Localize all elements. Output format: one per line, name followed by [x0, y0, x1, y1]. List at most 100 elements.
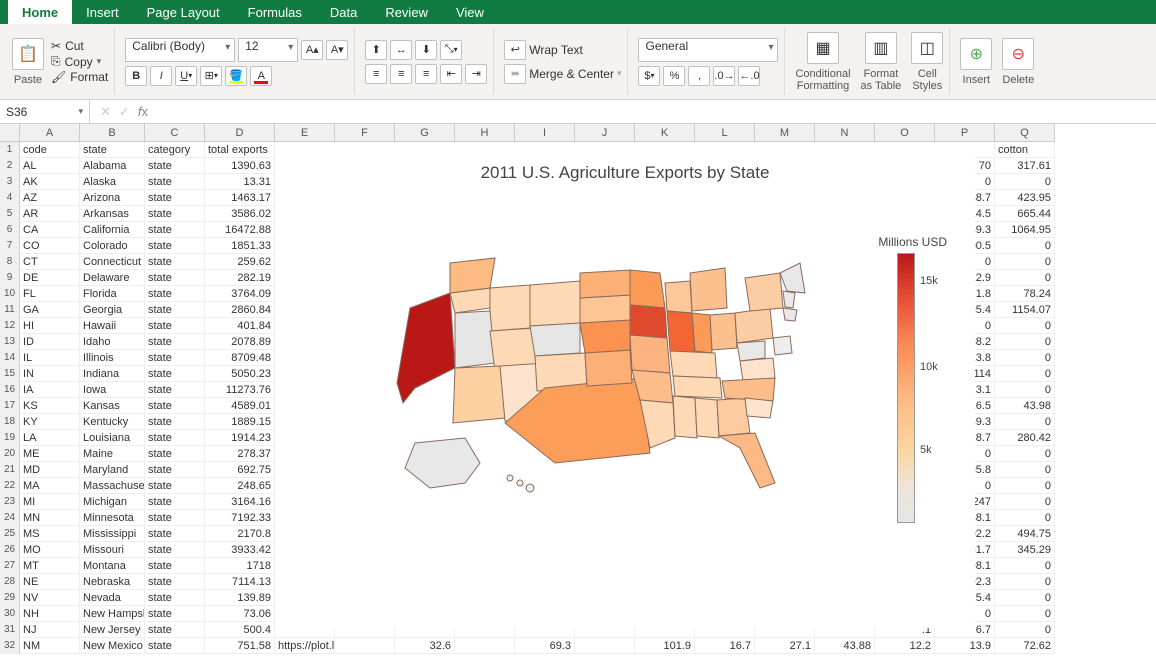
cell[interactable] — [575, 638, 635, 654]
conditional-formatting-button[interactable]: ▦ ConditionalFormatting — [795, 32, 850, 92]
column-header[interactable]: G — [395, 124, 455, 142]
format-as-table-button[interactable]: ▥ Formatas Table — [861, 32, 902, 92]
column-header[interactable]: M — [755, 124, 815, 142]
row-header[interactable]: 5 — [0, 206, 20, 222]
cell[interactable]: state — [145, 478, 205, 494]
cell[interactable]: code — [20, 142, 80, 158]
column-header[interactable]: L — [695, 124, 755, 142]
cell[interactable]: state — [145, 318, 205, 334]
cell[interactable]: cotton — [995, 142, 1055, 158]
cell[interactable]: 0 — [995, 622, 1055, 638]
cell[interactable]: NE — [20, 574, 80, 590]
cell[interactable]: Montana — [80, 558, 145, 574]
orientation-button[interactable]: ⤡▾ — [440, 40, 462, 60]
cell[interactable]: 0 — [995, 478, 1055, 494]
column-header[interactable]: H — [455, 124, 515, 142]
increase-font-button[interactable]: A▴ — [301, 40, 323, 60]
fill-color-button[interactable]: 🪣 — [225, 66, 247, 86]
cell[interactable]: 139.89 — [205, 590, 275, 606]
underline-button[interactable]: U▾ — [175, 66, 197, 86]
cut-button[interactable]: ✂ Cut — [51, 39, 108, 53]
cell[interactable]: state — [80, 142, 145, 158]
cell[interactable]: state — [145, 222, 205, 238]
tab-data[interactable]: Data — [316, 0, 371, 24]
cell[interactable]: state — [145, 206, 205, 222]
align-center-button[interactable]: ≡ — [390, 64, 412, 84]
row-header[interactable]: 28 — [0, 574, 20, 590]
cell[interactable]: 278.37 — [205, 446, 275, 462]
cell[interactable]: MT — [20, 558, 80, 574]
cell[interactable]: 4589.01 — [205, 398, 275, 414]
cell[interactable]: IL — [20, 350, 80, 366]
decrease-font-button[interactable]: A▾ — [326, 40, 348, 60]
cell[interactable]: 0 — [995, 606, 1055, 622]
borders-button[interactable]: ⊞▾ — [200, 66, 222, 86]
row-header[interactable]: 26 — [0, 542, 20, 558]
cell[interactable]: 0 — [995, 558, 1055, 574]
cell[interactable]: DE — [20, 270, 80, 286]
cell[interactable]: 27.1 — [755, 638, 815, 654]
tab-home[interactable]: Home — [8, 0, 72, 24]
row-header[interactable]: 30 — [0, 606, 20, 622]
increase-indent-button[interactable]: ⇥ — [465, 64, 487, 84]
cell[interactable]: state — [145, 414, 205, 430]
cell[interactable]: 2860.84 — [205, 302, 275, 318]
cell[interactable]: 280.42 — [995, 430, 1055, 446]
cell[interactable]: 259.62 — [205, 254, 275, 270]
row-header[interactable]: 24 — [0, 510, 20, 526]
cell[interactable]: state — [145, 254, 205, 270]
cell[interactable]: Illinois — [80, 350, 145, 366]
cell[interactable]: Mississippi — [80, 526, 145, 542]
cell[interactable]: 1889.15 — [205, 414, 275, 430]
cell[interactable]: ID — [20, 334, 80, 350]
cell[interactable]: 3764.09 — [205, 286, 275, 302]
cell[interactable]: California — [80, 222, 145, 238]
row-header[interactable]: 19 — [0, 430, 20, 446]
cell[interactable]: state — [145, 430, 205, 446]
cell[interactable]: 0 — [995, 590, 1055, 606]
cell[interactable]: 12.2 — [875, 638, 935, 654]
cell[interactable]: 1463.17 — [205, 190, 275, 206]
cell[interactable]: KY — [20, 414, 80, 430]
column-header[interactable]: N — [815, 124, 875, 142]
cell[interactable]: Maryland — [80, 462, 145, 478]
cell[interactable]: 0 — [995, 366, 1055, 382]
column-header[interactable]: O — [875, 124, 935, 142]
cell[interactable]: Alaska — [80, 174, 145, 190]
cell[interactable]: MI — [20, 494, 80, 510]
cell[interactable]: New Hampshire — [80, 606, 145, 622]
cell[interactable]: New Mexico — [80, 638, 145, 654]
cell[interactable]: 13.9 — [935, 638, 995, 654]
cell[interactable]: 0 — [995, 382, 1055, 398]
cell[interactable]: 32.6 — [395, 638, 455, 654]
cell[interactable]: Connecticut — [80, 254, 145, 270]
cell[interactable]: 0 — [995, 254, 1055, 270]
cell[interactable]: Arkansas — [80, 206, 145, 222]
cell[interactable]: 16472.88 — [205, 222, 275, 238]
tab-formulas[interactable]: Formulas — [234, 0, 316, 24]
cell[interactable]: CO — [20, 238, 80, 254]
merge-center-button[interactable]: Merge & Center — [529, 67, 614, 81]
align-middle-button[interactable]: ↔ — [390, 40, 412, 60]
cell[interactable]: state — [145, 462, 205, 478]
cell[interactable]: Indiana — [80, 366, 145, 382]
row-header[interactable]: 21 — [0, 462, 20, 478]
cell[interactable]: New Jersey — [80, 622, 145, 638]
percent-button[interactable]: % — [663, 66, 685, 86]
cell[interactable]: MO — [20, 542, 80, 558]
decrease-indent-button[interactable]: ⇤ — [440, 64, 462, 84]
cell[interactable]: state — [145, 382, 205, 398]
wrap-text-button[interactable]: Wrap Text — [529, 43, 583, 57]
column-header[interactable]: F — [335, 124, 395, 142]
cell[interactable]: AL — [20, 158, 80, 174]
cell[interactable]: Hawaii — [80, 318, 145, 334]
cell[interactable]: 0 — [995, 238, 1055, 254]
cell[interactable]: 1390.63 — [205, 158, 275, 174]
cell[interactable]: NJ — [20, 622, 80, 638]
row-header[interactable]: 31 — [0, 622, 20, 638]
bold-button[interactable]: B — [125, 66, 147, 86]
cell[interactable]: 1914.23 — [205, 430, 275, 446]
row-header[interactable]: 8 — [0, 254, 20, 270]
increase-decimal-button[interactable]: .0→ — [713, 66, 735, 86]
row-header[interactable]: 3 — [0, 174, 20, 190]
